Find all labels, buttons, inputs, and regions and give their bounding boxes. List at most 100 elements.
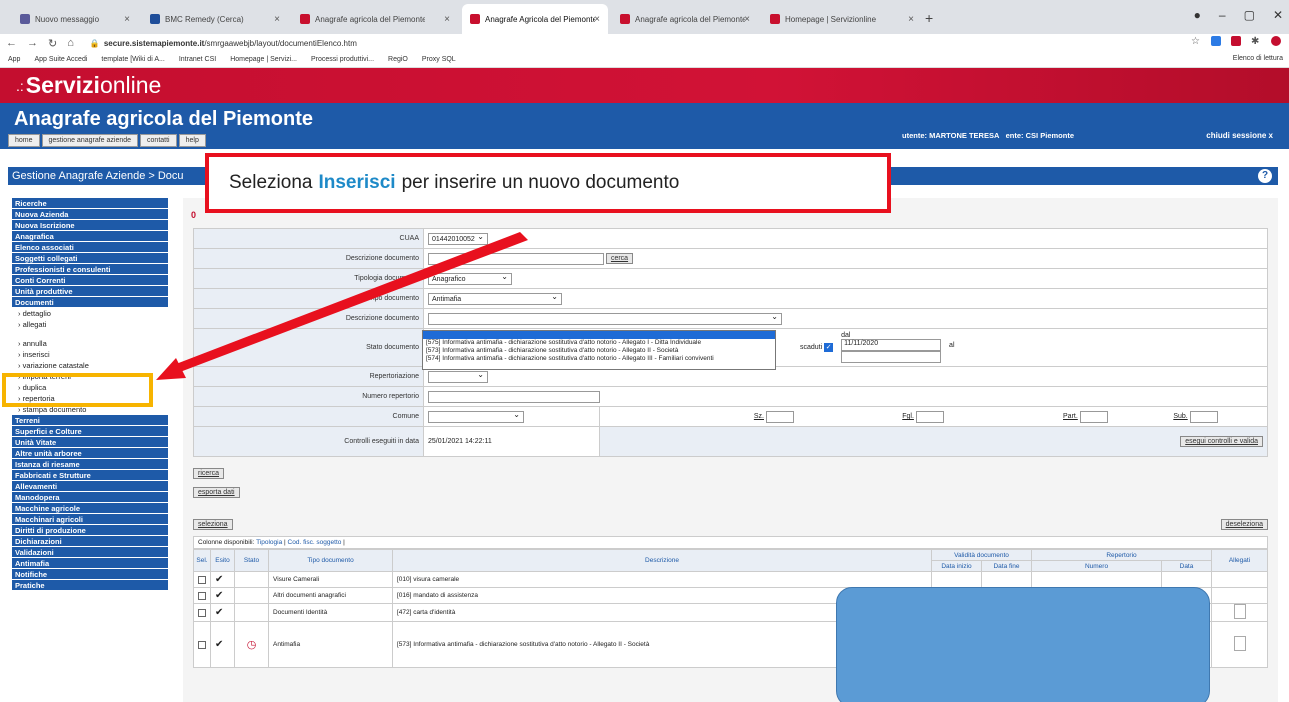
sidebar-item-allegati[interactable]: › allegati	[12, 319, 168, 330]
colonna-codfisc-link[interactable]: Cod. fisc. soggetto	[288, 539, 342, 546]
nav-gestione-anagrafe-aziende[interactable]: gestione anagrafe aziende	[41, 134, 139, 147]
sidebar-item-dichiarazioni[interactable]: Dichiarazioni	[12, 536, 168, 547]
extension-icon[interactable]	[1211, 36, 1221, 46]
sidebar-item-soggetti-collegati[interactable]: Soggetti collegati	[12, 253, 168, 264]
dropdown-option[interactable]: [573] Informativa antimafia - dichiarazi…	[423, 347, 775, 355]
bookmark-item[interactable]: Proxy SQL	[422, 56, 456, 63]
puzzle-icon[interactable]: ✱	[1251, 36, 1261, 47]
sidebar-item-nuova-iscrizione[interactable]: Nuova Iscrizione	[12, 220, 168, 231]
repert-select[interactable]	[428, 369, 488, 383]
sidebar-item-pratiche[interactable]: Pratiche	[12, 580, 168, 591]
desc-input[interactable]	[428, 252, 604, 265]
document-icon[interactable]	[1233, 604, 1246, 619]
sub-input[interactable]	[1189, 410, 1218, 423]
browser-tab[interactable]: Homepage | Servizionline ×	[762, 4, 922, 34]
sidebar-item-anagrafica[interactable]: Anagrafica	[12, 231, 168, 242]
dropdown-option[interactable]: [575] Informativa antimafia - dichiarazi…	[423, 339, 775, 347]
sidebar-item-inserisci[interactable]: › inserisci	[12, 349, 168, 360]
sidebar-item-professionisti-e-consulenti[interactable]: Professionisti e consulenti	[12, 264, 168, 275]
al-input[interactable]	[841, 351, 942, 363]
nav-home[interactable]: home	[8, 134, 40, 147]
browser-tab[interactable]: Nuovo messaggio ×	[12, 4, 138, 34]
forward-icon[interactable]: →	[27, 37, 38, 49]
dropdown-option[interactable]	[423, 331, 775, 339]
row-checkbox[interactable]	[198, 591, 206, 600]
sidebar-item-notifiche[interactable]: Notifiche	[12, 569, 168, 580]
document-icon[interactable]	[1233, 636, 1246, 651]
seleziona-button[interactable]: seleziona	[193, 519, 233, 530]
sidebar-item-terreni[interactable]: Terreni	[12, 415, 168, 426]
tipo-select[interactable]: Antimafia	[428, 291, 562, 305]
dropdown-option[interactable]: [574] Informativa antimafia - dichiarazi…	[423, 355, 775, 363]
deseleziona-button[interactable]: deseleziona	[1220, 519, 1268, 530]
tab-close-icon[interactable]: ×	[274, 14, 280, 25]
tab-close-icon[interactable]: ×	[124, 14, 130, 25]
bookmark-item[interactable]: Homepage | Servizi...	[230, 56, 297, 63]
browser-tab[interactable]: Anagrafe agricola del Piemonte ×	[292, 4, 458, 34]
scaduti-checkbox[interactable]: ✓	[824, 343, 834, 352]
tab-close-icon[interactable]: ×	[744, 14, 750, 25]
sidebar-item-macchine-agricole[interactable]: Macchine agricole	[12, 503, 168, 514]
sidebar-item-unit-vitate[interactable]: Unità Vitate	[12, 437, 168, 448]
star-icon[interactable]: ☆	[1191, 36, 1201, 47]
sidebar-item-fabbricati-e-strutture[interactable]: Fabbricati e Strutture	[12, 470, 168, 481]
sz-input[interactable]	[765, 410, 794, 423]
reload-icon[interactable]: ↻	[48, 37, 57, 50]
maximize-button[interactable]: ▢	[1244, 8, 1255, 22]
bookmark-item[interactable]: App	[8, 56, 20, 63]
bookmark-item[interactable]: Intranet CSI	[179, 56, 216, 63]
sidebar-item-istanza-di-riesame[interactable]: Istanza di riesame	[12, 459, 168, 470]
browser-tab[interactable]: Anagrafe Agricola del Piemonte ×	[462, 4, 608, 34]
sidebar-item-antimafia[interactable]: Antimafia	[12, 558, 168, 569]
help-icon[interactable]: ?	[1258, 169, 1272, 183]
sidebar-item-superfici-e-colture[interactable]: Superfici e Colture	[12, 426, 168, 437]
bookmark-item[interactable]: Processi produttivi...	[311, 56, 374, 63]
row-checkbox[interactable]	[198, 608, 206, 617]
esporta-button[interactable]: esporta dati	[193, 487, 240, 498]
sidebar-item-annulla[interactable]: › annulla	[12, 338, 168, 349]
sidebar-item-elenco-associati[interactable]: Elenco associati	[12, 242, 168, 253]
bookmark-item[interactable]: template [Wiki di A...	[101, 56, 164, 63]
dal-input[interactable]: 11/11/2020	[841, 339, 942, 351]
esegui-controlli-button[interactable]: esegui controlli e valida	[1180, 436, 1263, 447]
new-tab-button[interactable]: +	[925, 10, 933, 26]
comune-select[interactable]	[428, 409, 524, 423]
colonna-tipologia-link[interactable]: Tipologia	[256, 539, 282, 546]
sidebar-item-diritti-di-produzione[interactable]: Diritti di produzione	[12, 525, 168, 536]
tab-close-icon[interactable]: ×	[594, 14, 600, 25]
sidebar-item-unit-produttive[interactable]: Unità produttive	[12, 286, 168, 297]
bookmark-item[interactable]: RegiO	[388, 56, 408, 63]
back-icon[interactable]: ←	[6, 37, 17, 49]
tipologia-select[interactable]: Anagrafico	[428, 271, 512, 285]
url-field[interactable]: 🔒 secure.sistemapiemonte.it/smrgaawebjb/l…	[90, 39, 357, 48]
sidebar-item-allevamenti[interactable]: Allevamenti	[12, 481, 168, 492]
tab-close-icon[interactable]: ×	[444, 14, 450, 25]
sidebar-item-manodopera[interactable]: Manodopera	[12, 492, 168, 503]
tab-close-icon[interactable]: ×	[908, 14, 914, 25]
nav-help[interactable]: help	[178, 134, 206, 147]
profile-icon[interactable]: ●	[1194, 8, 1201, 22]
sidebar-item-dettaglio[interactable]: › dettaglio	[12, 308, 168, 319]
reading-list[interactable]: Elenco di lettura	[1233, 55, 1283, 62]
minimize-button[interactable]: –	[1219, 8, 1226, 22]
numrep-input[interactable]	[428, 390, 600, 403]
logout-link[interactable]: chiudi sessione x	[1206, 131, 1273, 140]
cerca-button[interactable]: cerca	[605, 253, 634, 265]
descdoc-select[interactable]	[428, 311, 782, 325]
nav-contatti[interactable]: contatti	[140, 134, 177, 147]
sidebar-item-variazione-catastale[interactable]: › variazione catastale	[12, 360, 168, 371]
home-icon[interactable]: ⌂	[67, 37, 74, 49]
close-window-button[interactable]: ✕	[1273, 8, 1283, 22]
sidebar-item-macchinari-agricoli[interactable]: Macchinari agricoli	[12, 514, 168, 525]
cuaa-select[interactable]: 01442010052	[428, 231, 488, 245]
sidebar-item-ricerche[interactable]: Ricerche	[12, 198, 168, 209]
fgl-input[interactable]	[915, 410, 944, 423]
browser-tab[interactable]: BMC Remedy (Cerca) ×	[142, 4, 288, 34]
row-checkbox[interactable]	[198, 640, 206, 649]
sidebar-item-nuova-azienda[interactable]: Nuova Azienda	[12, 209, 168, 220]
ricerca-button[interactable]: ricerca	[193, 468, 225, 479]
row-checkbox[interactable]	[198, 575, 206, 584]
account-icon[interactable]	[1271, 36, 1281, 46]
sidebar-item-altre-unit-arboree[interactable]: Altre unità arboree	[12, 448, 168, 459]
browser-tab[interactable]: Anagrafe agricola del Piemonte ×	[612, 4, 758, 34]
